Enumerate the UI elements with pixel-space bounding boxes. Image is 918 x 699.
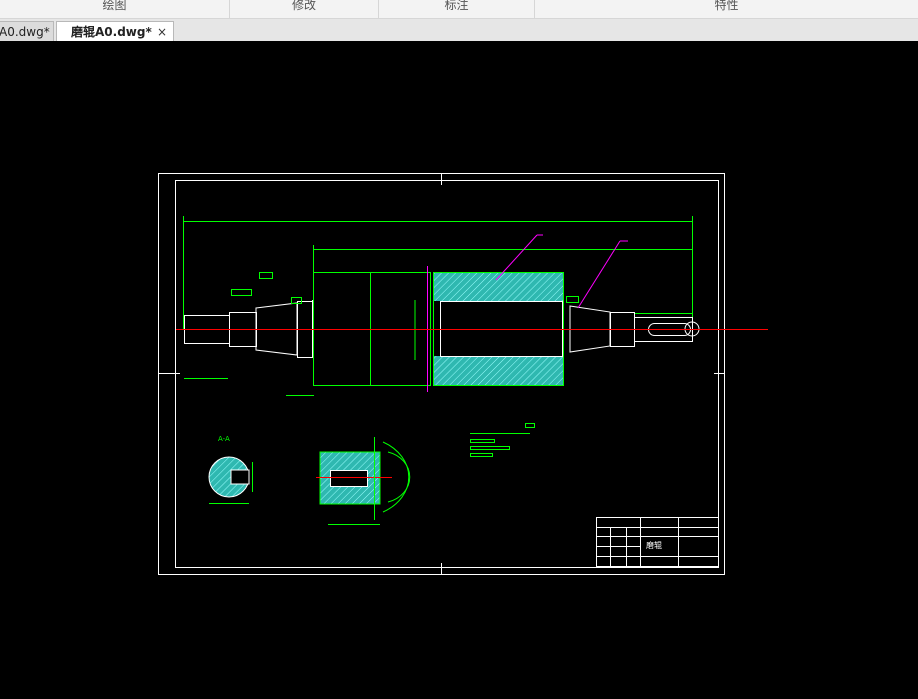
ribbon-panel-annotate-label: 标注	[444, 0, 469, 12]
technical-notes	[470, 423, 535, 457]
ribbon-panel-draw-label: 绘图	[102, 0, 127, 12]
keyway	[230, 469, 250, 485]
ribbon-panel-properties-label: 特性	[714, 0, 739, 12]
drawing-canvas[interactable]: A-A 磨辊	[0, 41, 918, 695]
ribbon-panel-modify-label: 修改	[291, 0, 316, 12]
ribbon-panel-draw[interactable]: 绘图	[0, 0, 230, 18]
title-block-part-name: 磨辊	[646, 540, 662, 550]
document-tab-bar: A0.dwg* 磨辊A0.dwg* ×	[0, 19, 918, 42]
document-tab-a0-label: A0.dwg*	[0, 25, 50, 39]
ribbon-panel-properties[interactable]: 特性	[535, 0, 918, 18]
ribbon-panel-bar: 绘图 修改 标注 特性	[0, 0, 918, 19]
ribbon-panel-modify[interactable]: 修改	[230, 0, 379, 18]
detail-view-bore	[330, 470, 368, 487]
close-icon[interactable]: ×	[157, 22, 167, 42]
drawing-viewport: A-A 磨辊	[158, 173, 768, 575]
section-label: A-A	[218, 435, 230, 443]
document-tab-a0[interactable]: A0.dwg*	[0, 21, 54, 41]
ribbon-panel-annotate[interactable]: 标注	[379, 0, 535, 18]
section-hatch-bottom	[434, 356, 563, 385]
document-tab-mogun-a0[interactable]: 磨辊A0.dwg* ×	[56, 21, 174, 41]
document-tab-mogun-a0-label: 磨辊A0.dwg*	[71, 25, 152, 39]
